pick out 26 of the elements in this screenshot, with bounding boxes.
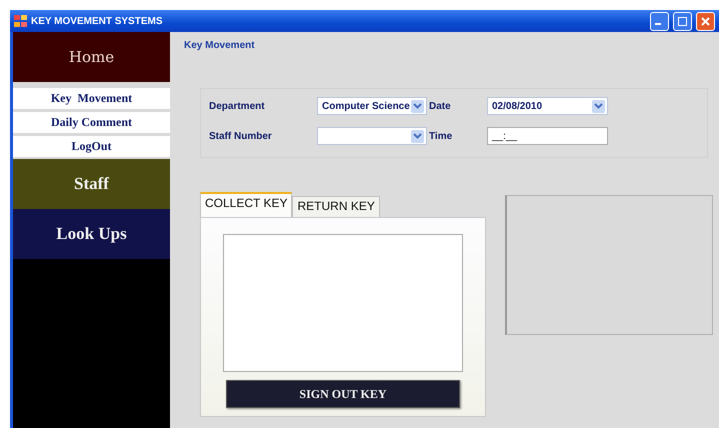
tab[interactable]: COLLECT KEY <box>200 192 292 217</box>
sign-out-key-button[interactable]: SIGN OUT KEY <box>226 380 460 408</box>
menu-header[interactable]: Home <box>13 32 170 82</box>
department-dropdown[interactable]: Computer Science <box>317 97 427 115</box>
field-label: Date <box>429 100 452 112</box>
window-title: KEY MOVEMENT SYSTEMS <box>31 16 164 26</box>
menu-link[interactable]: LogOut <box>13 136 170 157</box>
app-icon <box>14 15 27 27</box>
menu-link[interactable]: Daily Comment <box>13 112 170 133</box>
list-box[interactable] <box>223 234 463 372</box>
menu-link[interactable]: Key Movement <box>13 88 170 109</box>
field-label: Department <box>209 100 266 112</box>
menu-header[interactable]: Staff <box>13 159 170 209</box>
date-picker[interactable]: 02/08/2010 <box>487 97 608 115</box>
page-title: Key Movement <box>184 40 256 51</box>
tab[interactable]: RETURN KEY <box>292 196 380 217</box>
close-icon <box>701 16 710 26</box>
field-label: Time <box>429 130 454 142</box>
time-field[interactable]: __:__ <box>487 127 608 145</box>
field-label: Staff Number <box>209 130 273 142</box>
minimize-icon <box>655 23 661 25</box>
close-button[interactable] <box>696 12 715 30</box>
maximize-button[interactable] <box>673 12 692 30</box>
minimize-button[interactable] <box>650 12 669 30</box>
maximize-icon <box>678 16 687 26</box>
menu-header[interactable]: Look Ups <box>13 209 170 259</box>
